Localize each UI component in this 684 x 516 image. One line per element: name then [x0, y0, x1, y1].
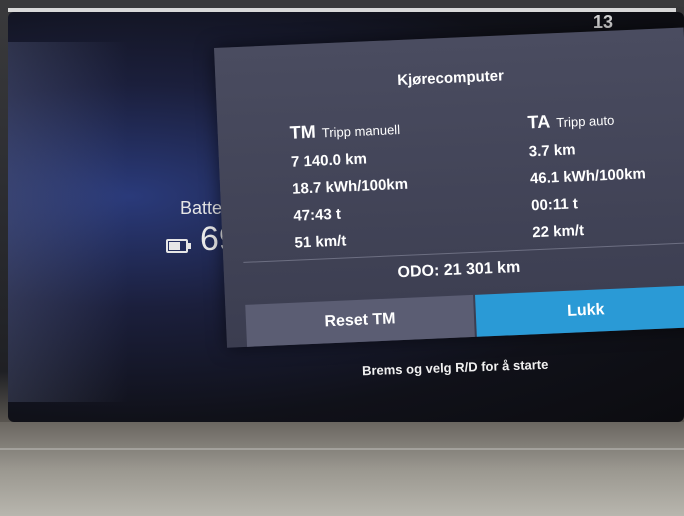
- trip-computer-dialog: Kjørecomputer TM Tripp manuell 7 140.0 km…: [214, 27, 684, 348]
- screen-glare: [8, 42, 128, 402]
- battery-icon: [166, 239, 191, 253]
- dashboard-edge: [0, 448, 684, 450]
- trip-auto-name: Tripp auto: [555, 112, 615, 131]
- dialog-title: Kjørecomputer: [396, 67, 505, 90]
- trip-manual-consumption: 18.7 kWh/100km: [291, 175, 409, 198]
- trip-manual-column: TM Tripp manuell 7 140.0 km 18.7 kWh/100k…: [289, 118, 411, 257]
- dashboard-surface: [0, 422, 684, 516]
- trip-manual-code: TM: [289, 121, 317, 143]
- trip-auto-avg-speed: 22 km/t: [531, 222, 585, 242]
- trip-auto-column: TA Tripp auto 3.7 km 46.1 kWh/100km 00:11…: [527, 107, 649, 246]
- close-button[interactable]: Lukk: [475, 285, 684, 337]
- trip-auto-code: TA: [527, 111, 551, 133]
- trip-manual-avg-speed: 51 km/t: [294, 232, 347, 252]
- odometer: ODO: 21 301 km: [397, 258, 521, 282]
- trip-auto-consumption: 46.1 kWh/100km: [529, 165, 647, 188]
- photo-background: 13 Batter 69 Kjørecomputer TM Tripp manue…: [0, 0, 684, 516]
- trip-manual-name: Tripp manuell: [321, 121, 401, 141]
